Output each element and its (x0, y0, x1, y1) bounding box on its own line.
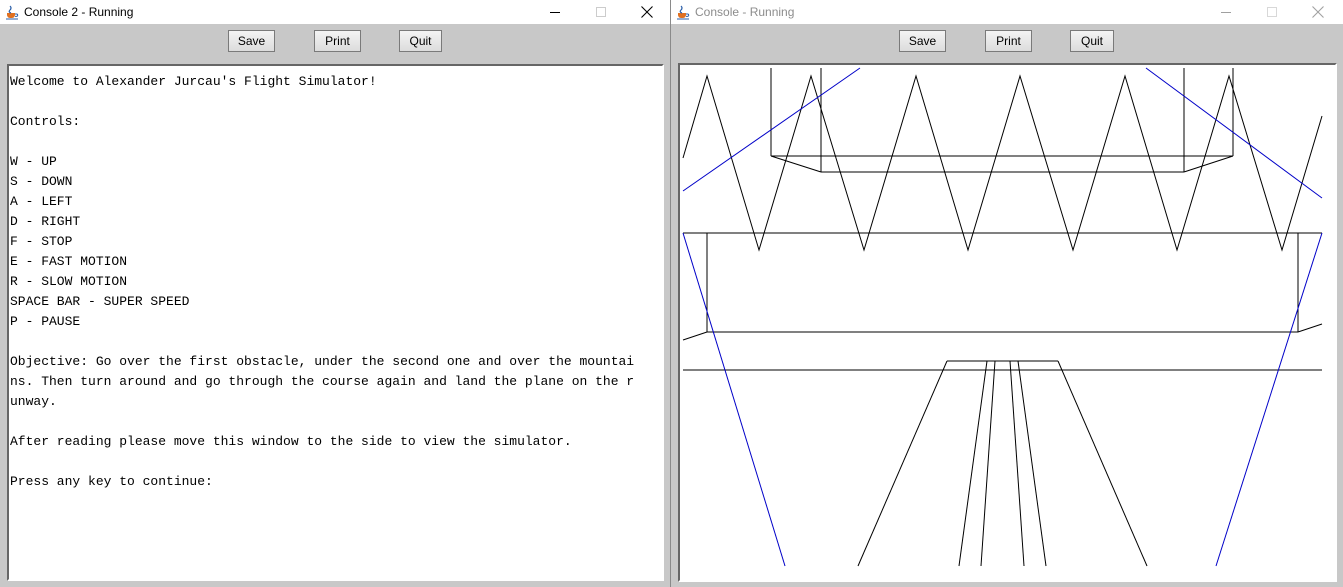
flight-guide-lines (682, 67, 1323, 567)
window-title: Console - Running (695, 5, 795, 19)
maximize-button[interactable] (578, 0, 624, 24)
close-button[interactable] (1295, 0, 1341, 24)
flight-scene (682, 67, 1323, 567)
ground-obstacle (682, 232, 1323, 341)
maximize-icon (596, 7, 606, 17)
minimize-button[interactable] (532, 0, 578, 24)
java-cup-icon (6, 5, 19, 20)
console-window: Console - Running Save Print Quit (670, 0, 1343, 587)
runway (857, 360, 1148, 567)
minimize-icon (550, 12, 560, 13)
quit-button[interactable]: Quit (399, 30, 442, 52)
simulator-canvas[interactable] (678, 63, 1337, 582)
save-button[interactable]: Save (228, 30, 275, 52)
quit-button[interactable]: Quit (1070, 30, 1114, 52)
maximize-button[interactable] (1249, 0, 1295, 24)
print-button[interactable]: Print (985, 30, 1032, 52)
title-bar[interactable]: Console - Running (671, 0, 1343, 24)
console-2-window: Console 2 - Running Save Print Quit Welc… (0, 0, 670, 587)
console-output: Welcome to Alexander Jurcau's Flight Sim… (10, 74, 635, 489)
close-button[interactable] (624, 0, 670, 24)
minimize-icon (1221, 12, 1231, 13)
toolbar: Save Print Quit (671, 24, 1343, 62)
toolbar: Save Print Quit (0, 24, 670, 62)
overhead-obstacle (770, 68, 1234, 173)
maximize-icon (1267, 7, 1277, 17)
minimize-button[interactable] (1203, 0, 1249, 24)
java-cup-icon (677, 5, 690, 20)
mountain-zigzag (682, 74, 1323, 252)
save-button[interactable]: Save (899, 30, 946, 52)
close-icon (641, 6, 653, 18)
title-bar[interactable]: Console 2 - Running (0, 0, 670, 24)
window-title: Console 2 - Running (24, 5, 134, 19)
close-icon (1312, 6, 1324, 18)
console-text-area[interactable]: Welcome to Alexander Jurcau's Flight Sim… (7, 64, 664, 581)
print-button[interactable]: Print (314, 30, 361, 52)
